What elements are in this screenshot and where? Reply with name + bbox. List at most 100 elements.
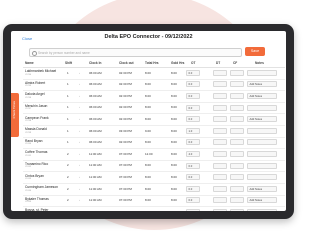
shift-arrow-icon[interactable]: › (79, 94, 80, 98)
table-row[interactable]: Cunningham Jameson #1244 2 › 11:00 AM 07:30 P… (23, 184, 285, 196)
dt-input[interactable] (213, 104, 227, 111)
cf-input[interactable] (230, 162, 244, 169)
shift-arrow-icon[interactable]: › (79, 187, 80, 191)
table-header: Name Shift Clock In Clock out Total Hrs … (23, 58, 285, 68)
shift-number: 2 (67, 151, 69, 156)
notes-input[interactable] (247, 127, 277, 134)
table-row[interactable]: Bosna, st. Peter#12462›11:00 AM07:30 PM8… (23, 207, 285, 211)
shift-number: 2 (67, 163, 69, 168)
ot-input[interactable]: 0.0 (186, 104, 200, 111)
ot-input[interactable]: 1.0 (186, 127, 200, 134)
cf-input[interactable] (230, 127, 244, 134)
notes-input[interactable] (247, 150, 277, 157)
cf-input[interactable] (230, 174, 244, 181)
regular-hours: 8.00 (171, 82, 177, 87)
table-row[interactable]: Trunamino Rico #1242 2 › 11:00 AM 07:30 PM 8.0… (23, 161, 285, 173)
table-row[interactable]: Cintos Bryan #1243 2 › 11:00 AM 07:30 PM 8.00 8… (23, 172, 285, 184)
notes-input[interactable]: Add Notes (247, 185, 277, 192)
shift-arrow-icon[interactable]: › (79, 105, 80, 109)
cf-input[interactable] (230, 150, 244, 157)
dt-input[interactable] (213, 81, 227, 88)
clock-out-time: 07:30 PM (119, 174, 132, 179)
ot-input[interactable]: 4.0 (186, 150, 200, 157)
dt-input[interactable] (213, 150, 227, 157)
clock-out-time: 02:30 PM (119, 105, 132, 110)
table-row[interactable]: Menuhin Jason #1237 1 › 06:00 AM 02:30 PM 8.00… (23, 103, 285, 115)
shift-arrow-icon[interactable]: › (79, 198, 80, 202)
cf-input[interactable] (230, 197, 244, 204)
shift-arrow-icon[interactable]: › (79, 71, 80, 75)
dt-input[interactable] (213, 197, 227, 204)
dt-input[interactable] (213, 139, 227, 146)
table-row[interactable]: Lakhmanbek Michael #1234 1 › 06:00 AM 02:30 P… (23, 68, 285, 80)
cf-input[interactable] (230, 208, 244, 211)
dt-input[interactable] (213, 185, 227, 192)
notes-input[interactable] (247, 162, 277, 169)
dt-input[interactable] (213, 92, 227, 99)
notes-input[interactable]: Add Notes (247, 116, 277, 123)
shift-number: 2 (67, 174, 69, 179)
employee-name: Dakota Angel (25, 92, 45, 97)
cf-input[interactable] (230, 69, 244, 76)
save-button[interactable]: Save (245, 47, 265, 56)
ot-input[interactable]: 0.0 (186, 208, 200, 211)
dt-input[interactable] (213, 174, 227, 181)
shift-arrow-icon[interactable]: › (79, 140, 80, 144)
total-hours: 9.00 (145, 128, 151, 133)
col-header-notes: Notes (255, 61, 264, 65)
ot-input[interactable]: 0.0 (186, 116, 200, 123)
notes-input[interactable] (247, 174, 277, 181)
notes-input[interactable] (247, 139, 277, 146)
ot-input[interactable]: 0.0 (186, 197, 200, 204)
cf-input[interactable] (230, 139, 244, 146)
col-header-reg-hrs: Gold Hrs (171, 61, 185, 65)
shift-arrow-icon[interactable]: › (79, 82, 80, 86)
ot-input[interactable]: 0.0 (186, 81, 200, 88)
clock-out-time: 07:30 PM (119, 151, 132, 156)
dt-input[interactable] (213, 116, 227, 123)
table-row[interactable]: Bykaier Thomas #1245 2 › 11:00 AM 07:30 PM 8.0… (23, 196, 285, 208)
cf-input[interactable] (230, 185, 244, 192)
table-row[interactable]: Massia Donald #1239 1 › 06:00 AM 03:30 PM 9.00… (23, 126, 285, 138)
table-row[interactable]: Rand Bryan #1240 1 › 06:00 AM 02:30 PM 8.00 8.0… (23, 138, 285, 150)
ot-input[interactable]: 0.0 (186, 185, 200, 192)
cf-input[interactable] (230, 116, 244, 123)
table-row[interactable]: Campeon Frank #1238 1 › 06:00 AM 02:30 PM 8.00… (23, 114, 285, 126)
dt-input[interactable] (213, 162, 227, 169)
notes-input[interactable] (247, 208, 277, 211)
dt-input[interactable] (213, 208, 227, 211)
table-row[interactable]: Coffee Thomas #1241 2 › 11:00 AM 07:30 PM 12.0… (23, 149, 285, 161)
ot-input[interactable]: 0.0 (186, 162, 200, 169)
ot-input[interactable]: 0.0 (186, 139, 200, 146)
table-row[interactable]: Dakota Angel #1236 1 › 06:00 AM 02:30 PM 8.00 8… (23, 91, 285, 103)
shift-arrow-icon[interactable]: › (79, 129, 80, 133)
check-times-tab[interactable]: Check Times (11, 93, 19, 137)
ot-input[interactable]: 0.0 (186, 174, 200, 181)
notes-input[interactable] (247, 69, 277, 76)
dt-input[interactable] (213, 69, 227, 76)
shift-arrow-icon[interactable]: › (79, 175, 80, 179)
shift-number: 1 (67, 128, 69, 133)
notes-input[interactable]: Add Notes (247, 92, 277, 99)
search-icon (32, 50, 37, 56)
ot-input[interactable]: 0.0 (186, 69, 200, 76)
table-row[interactable]: Almira Robert #1235 1 › 06:00 AM 02:30 PM 8.00… (23, 80, 285, 92)
shift-arrow-icon[interactable]: › (79, 210, 80, 211)
cf-input[interactable] (230, 104, 244, 111)
search-input[interactable]: Search by person number and name (29, 48, 242, 57)
clock-in-time: 06:00 AM (89, 140, 102, 145)
employee-id: #1234 (25, 73, 32, 76)
clock-in-time: 11:00 AM (89, 174, 102, 179)
ot-input[interactable]: 0.0 (186, 92, 200, 99)
shift-arrow-icon[interactable]: › (79, 117, 80, 121)
clock-in-time: 11:00 AM (89, 186, 102, 191)
notes-input[interactable]: Add Notes (247, 197, 277, 204)
clock-in-time: 11:00 AM (89, 198, 102, 203)
notes-input[interactable]: Add Notes (247, 81, 277, 88)
shift-arrow-icon[interactable]: › (79, 152, 80, 156)
cf-input[interactable] (230, 81, 244, 88)
dt-input[interactable] (213, 127, 227, 134)
notes-input[interactable] (247, 104, 277, 111)
cf-input[interactable] (230, 92, 244, 99)
shift-arrow-icon[interactable]: › (79, 163, 80, 167)
